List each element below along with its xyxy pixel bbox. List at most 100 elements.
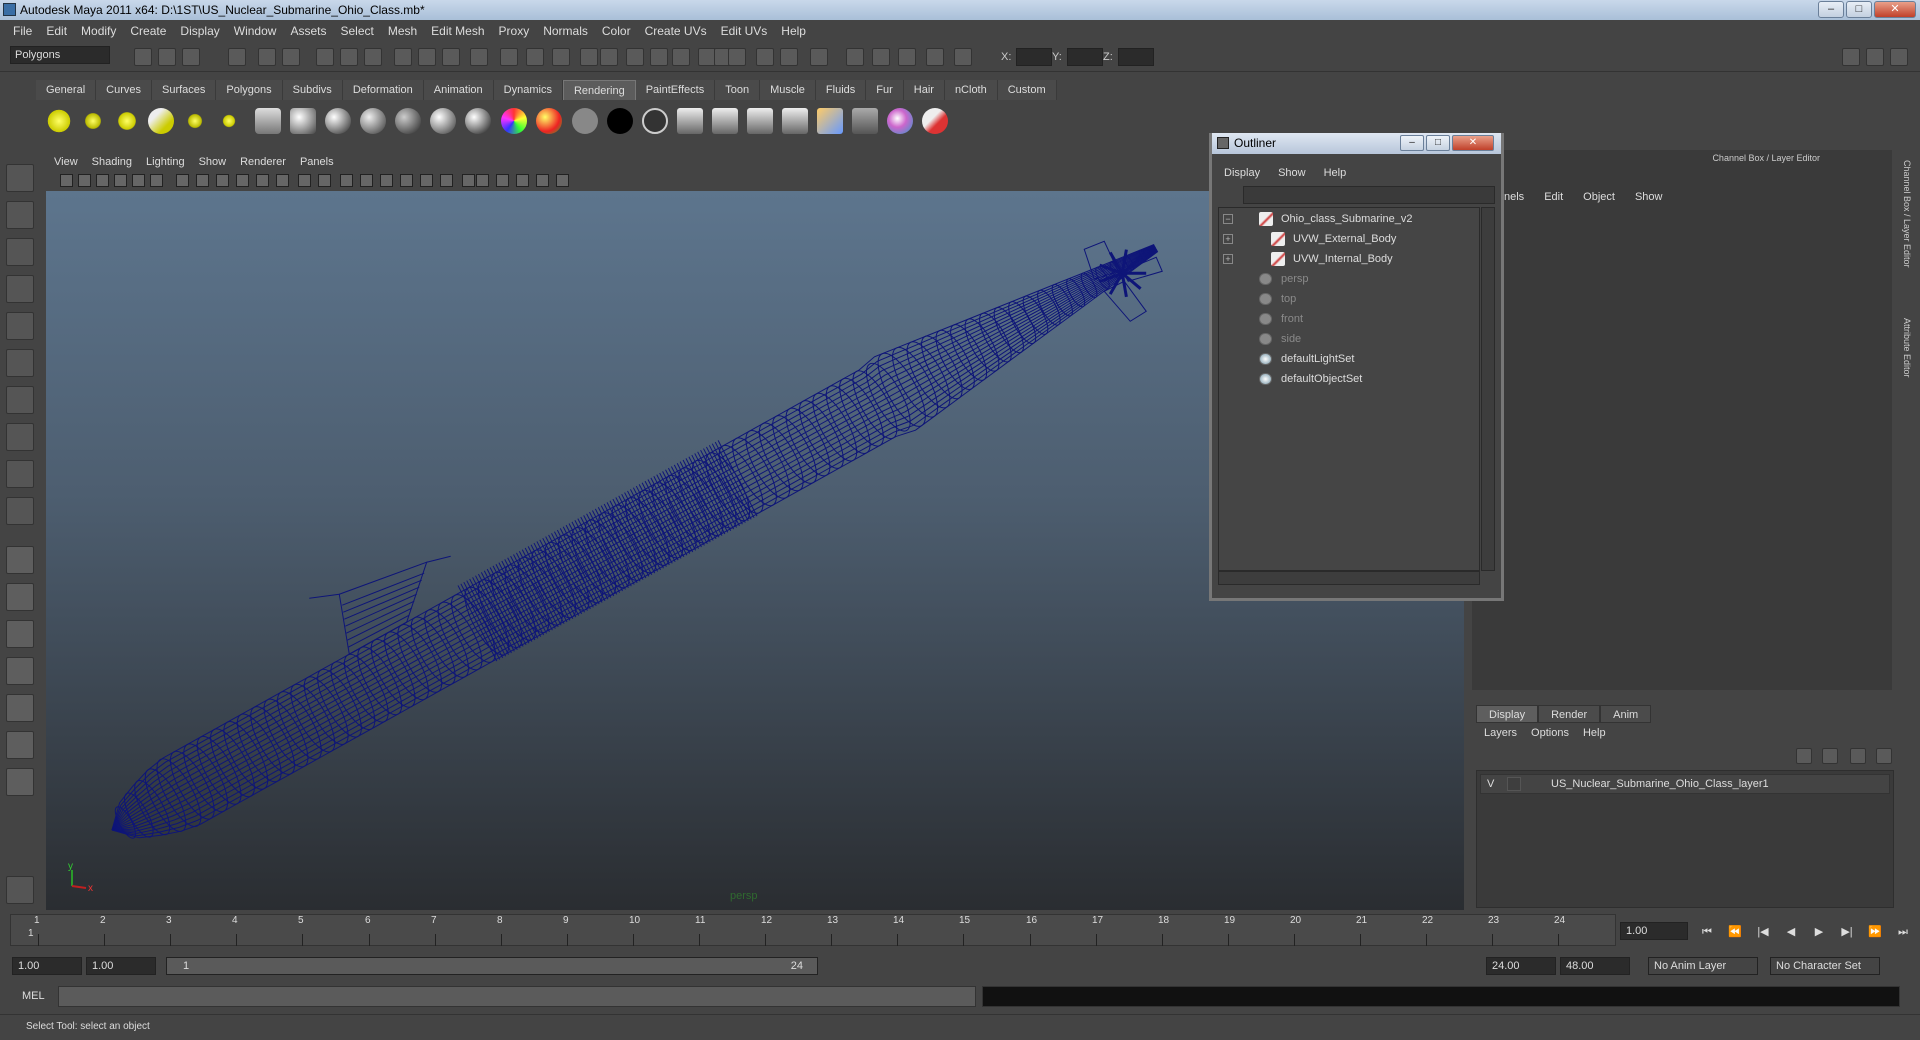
status-tool-icon[interactable] [926,48,944,66]
play-backward-icon[interactable]: ◀ [1784,925,1798,939]
outliner-item[interactable]: − Ohio_class_Submarine_v2 [1219,210,1477,228]
channel-box-menu-show[interactable]: Show [1635,191,1663,203]
anim-layer-dropdown[interactable]: No Anim Layer [1648,957,1758,975]
viewport-tool-icon[interactable] [536,174,549,187]
shelf-button[interactable] [216,108,242,134]
outliner-item[interactable]: front [1219,310,1477,328]
layer-move-up-icon[interactable] [1796,748,1812,764]
shelf-tab-dynamics[interactable]: Dynamics [493,80,563,100]
menu-display[interactable]: Display [173,24,226,38]
step-back-key-icon[interactable]: ⏪ [1728,925,1742,939]
outliner-graph-layout-icon[interactable] [6,768,34,796]
outliner-menu-display[interactable]: Display [1224,167,1260,179]
status-tool-icon[interactable] [134,48,152,66]
outliner-item[interactable]: + UVW_Internal_Body [1219,250,1477,268]
viewport-tool-icon[interactable] [340,174,353,187]
viewport-menu-renderer[interactable]: Renderer [240,156,286,168]
viewport-tool-icon[interactable] [236,174,249,187]
layer-tab-anim[interactable]: Anim [1600,705,1652,723]
layer-visibility-toggle[interactable]: V [1487,778,1494,790]
menu-window[interactable]: Window [227,24,284,38]
shelf-button[interactable] [607,108,633,134]
animation-start-field[interactable]: 1.00 [12,957,82,975]
shelf-button[interactable] [501,108,527,134]
expand-toggle-icon[interactable]: − [1223,214,1233,224]
viewport-tool-icon[interactable] [78,174,91,187]
step-back-frame-icon[interactable]: |◀ [1756,925,1770,939]
shelf-button[interactable] [572,108,598,134]
paint-select-icon[interactable] [6,238,34,266]
viewport-tool-icon[interactable] [440,174,453,187]
outliner-item[interactable]: persp [1219,270,1477,288]
minimize-button[interactable]: – [1818,1,1844,18]
status-tool-icon[interactable] [316,48,334,66]
shelf-tab-surfaces[interactable]: Surfaces [151,80,217,100]
rotate-tool-icon[interactable] [6,312,34,340]
menu-edit-uvs[interactable]: Edit UVs [714,24,775,38]
status-tool-icon[interactable] [780,48,798,66]
shelf-button[interactable] [325,108,351,134]
shelf-button[interactable] [782,108,808,134]
status-tool-icon[interactable] [898,48,916,66]
status-tool-icon[interactable] [158,48,176,66]
menu-proxy[interactable]: Proxy [492,24,537,38]
viewport-tool-icon[interactable] [462,174,475,187]
outliner-menu-help[interactable]: Help [1324,167,1347,179]
shelf-button[interactable] [430,108,456,134]
y-coord-field[interactable] [1067,48,1103,66]
menu-file[interactable]: File [6,24,39,38]
viewport-tool-icon[interactable] [132,174,145,187]
status-tool-icon[interactable] [626,48,644,66]
z-coord-field[interactable] [1118,48,1154,66]
shelf-button[interactable] [642,108,668,134]
soft-mod-icon[interactable] [6,423,34,451]
range-slider[interactable]: 1 24 [166,957,818,975]
status-tool-icon[interactable] [672,48,690,66]
step-forward-key-icon[interactable]: ⏩ [1868,925,1882,939]
status-tool-icon[interactable] [954,48,972,66]
status-tool-icon[interactable] [872,48,890,66]
side-tab-channel-box[interactable]: Channel Box / Layer Editor [1902,160,1912,268]
layer-template-toggle[interactable] [1507,777,1521,791]
shelf-tab-subdivs[interactable]: Subdivs [282,80,343,100]
layer-options-icon[interactable] [1876,748,1892,764]
shelf-button[interactable] [817,108,843,134]
select-tool-icon[interactable] [6,164,34,192]
status-tool-icon[interactable] [846,48,864,66]
viewport-tool-icon[interactable] [150,174,163,187]
time-slider[interactable] [10,914,1616,946]
outliner-item[interactable]: defaultLightSet [1219,350,1477,368]
viewport-menu-shading[interactable]: Shading [92,156,132,168]
new-layer-selected-icon[interactable] [1850,748,1866,764]
viewport-tool-icon[interactable] [496,174,509,187]
new-layer-icon[interactable] [1822,748,1838,764]
four-view-layout-icon[interactable] [6,583,34,611]
outliner-item[interactable]: side [1219,330,1477,348]
playback-end-field[interactable]: 24.00 [1486,957,1556,975]
shelf-button[interactable] [290,108,316,134]
viewport-tool-icon[interactable] [380,174,393,187]
shelf-button[interactable] [80,108,106,134]
viewport-tool-icon[interactable] [556,174,569,187]
menu-color[interactable]: Color [595,24,638,38]
outliner-filter-field[interactable] [1243,186,1495,204]
layer-menu-options[interactable]: Options [1531,727,1569,739]
shelf-button[interactable] [182,108,208,134]
viewport-tool-icon[interactable] [60,174,73,187]
status-tool-icon[interactable] [340,48,358,66]
viewport-tool-icon[interactable] [176,174,189,187]
layer-menu-layers[interactable]: Layers [1484,727,1517,739]
shelf-button[interactable] [360,108,386,134]
shelf-tab-general[interactable]: General [36,80,97,100]
status-tool-icon[interactable] [650,48,668,66]
shelf-button[interactable] [887,108,913,134]
viewport-tool-icon[interactable] [276,174,289,187]
menu-modify[interactable]: Modify [74,24,123,38]
status-tool-icon[interactable] [552,48,570,66]
menu-help[interactable]: Help [774,24,813,38]
channel-box-menu-edit[interactable]: Edit [1544,191,1563,203]
shelf-button[interactable] [712,108,738,134]
viewport-menu-view[interactable]: View [54,156,78,168]
maximize-button[interactable]: □ [1846,1,1872,18]
viewport-tool-icon[interactable] [476,174,489,187]
